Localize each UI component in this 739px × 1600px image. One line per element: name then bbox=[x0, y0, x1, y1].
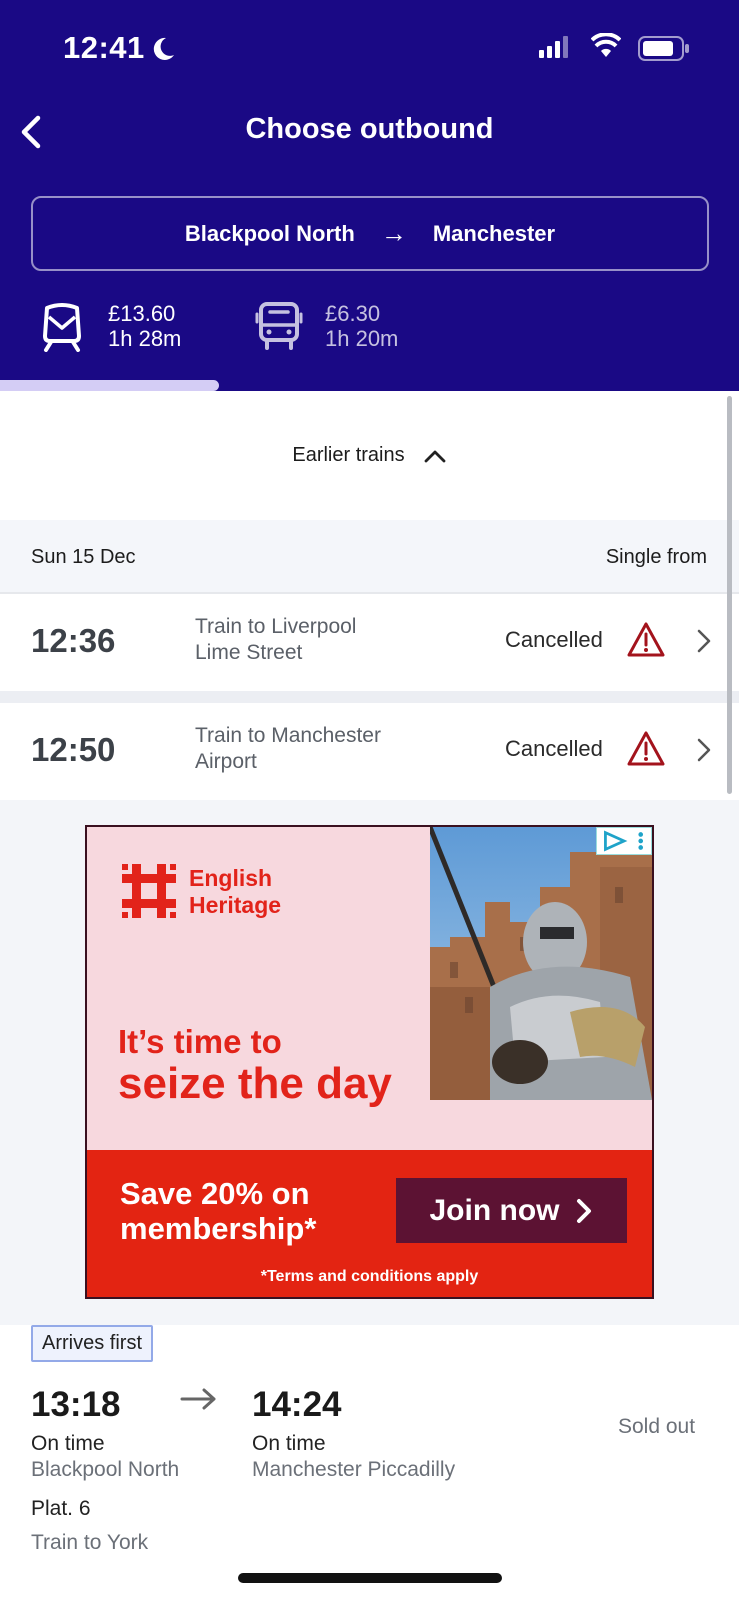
row-divider bbox=[0, 691, 739, 703]
warning-icon bbox=[627, 622, 665, 657]
ad-offer-panel: Save 20% on membership* Join now *Terms … bbox=[87, 1150, 652, 1297]
origin-station: Blackpool North bbox=[184, 220, 355, 246]
ad-terms: *Terms and conditions apply bbox=[260, 1268, 479, 1285]
train-destination: Train to Manchester Airport bbox=[195, 723, 435, 775]
ad-headline-2: seize the day bbox=[118, 1059, 392, 1108]
ad-brand-line-1: English bbox=[189, 865, 273, 891]
chevron-right-icon bbox=[576, 1198, 591, 1223]
destination-line-2: Lime Street bbox=[195, 641, 303, 664]
sold-out-label: Sold out bbox=[618, 1415, 696, 1438]
route-selector[interactable]: Blackpool North → Manchester bbox=[31, 196, 709, 271]
chevron-up-icon bbox=[424, 450, 446, 462]
ad-offer-line-1: Save 20% on bbox=[120, 1176, 310, 1211]
ad-brand-name: English Heritage bbox=[189, 865, 281, 919]
bus-price: £6.30 bbox=[325, 301, 381, 326]
moon-icon bbox=[153, 37, 174, 60]
ad-offer-text: Save 20% on membership* bbox=[120, 1176, 316, 1246]
arrives-first-badge: Arrives first bbox=[31, 1325, 153, 1362]
destination-line-1: Train to Liverpool bbox=[195, 615, 357, 638]
selected-tab-indicator bbox=[0, 380, 219, 391]
english-heritage-logo bbox=[122, 864, 176, 918]
departure-time: 12:50 bbox=[31, 731, 116, 768]
cellular-signal-icon bbox=[539, 36, 568, 58]
ad-top-panel: English Heritage It’s time to seize the … bbox=[87, 827, 652, 1150]
train-price: £13.60 bbox=[108, 301, 176, 326]
route-arrow-icon: → bbox=[380, 218, 407, 248]
depart-status: On time bbox=[31, 1432, 105, 1455]
bus-duration: 1h 20m bbox=[325, 326, 399, 351]
train-destination: Train to Liverpool Lime Street bbox=[195, 614, 435, 666]
mode-tab-train[interactable]: £13.60 1h 28m bbox=[38, 300, 181, 352]
destination-line-2: Airport bbox=[195, 750, 257, 773]
ad-offer-line-2: membership* bbox=[120, 1211, 317, 1246]
wifi-icon bbox=[591, 33, 621, 57]
train-duration: 1h 28m bbox=[108, 326, 182, 351]
battery-icon bbox=[638, 36, 689, 61]
ad-brand-line-2: Heritage bbox=[189, 892, 282, 918]
status-time: 12:41 bbox=[63, 30, 145, 65]
join-now-label: Join now bbox=[429, 1193, 560, 1227]
chevron-right-icon bbox=[697, 738, 711, 762]
earlier-trains-label: Earlier trains bbox=[292, 444, 405, 466]
to-station: Manchester Piccadilly bbox=[252, 1458, 456, 1481]
travel-date: Sun 15 Dec bbox=[31, 546, 136, 568]
destination-line-1: Train to Manchester bbox=[195, 724, 381, 747]
train-row[interactable]: 12:36 Train to Liverpool Lime Street Can… bbox=[0, 594, 739, 691]
departure-time: 12:36 bbox=[31, 622, 116, 659]
arrive-status: On time bbox=[252, 1432, 326, 1455]
home-indicator[interactable] bbox=[238, 1573, 502, 1583]
bus-icon bbox=[255, 302, 303, 350]
arrow-right-icon bbox=[180, 1388, 216, 1410]
scrollbar[interactable] bbox=[727, 396, 732, 794]
header: 12:41 Choose outbound Blackpool North → … bbox=[0, 0, 739, 391]
train-status: Cancelled bbox=[505, 627, 603, 652]
single-from-label: Single from bbox=[605, 546, 707, 568]
ad-headline-1: It’s time to bbox=[118, 1023, 282, 1060]
join-now-button[interactable]: Join now bbox=[396, 1178, 627, 1243]
train-status: Cancelled bbox=[505, 736, 603, 761]
from-station: Blackpool North bbox=[31, 1458, 180, 1481]
knight-castle-photo bbox=[430, 827, 652, 1100]
train-icon bbox=[43, 303, 81, 352]
ad-choices-icon[interactable] bbox=[596, 827, 652, 855]
service-label: Train to York bbox=[31, 1531, 149, 1554]
chevron-right-icon bbox=[697, 629, 711, 653]
mode-tab-bus[interactable]: £6.30 1h 20m bbox=[255, 300, 398, 352]
date-header: Sun 15 Dec Single from bbox=[0, 520, 739, 594]
journey-arrive-time[interactable]: 14:24 bbox=[252, 1385, 342, 1425]
warning-icon bbox=[627, 731, 665, 766]
journey-depart-time[interactable]: 13:18 bbox=[31, 1385, 121, 1425]
page-title: Choose outbound bbox=[245, 113, 494, 145]
platform-label: Plat. 6 bbox=[31, 1497, 91, 1520]
train-row[interactable]: 12:50 Train to Manchester Airport Cancel… bbox=[0, 703, 739, 800]
earlier-trains-button[interactable]: Earlier trains bbox=[0, 391, 739, 520]
destination-station: Manchester bbox=[432, 220, 556, 246]
advertisement-banner[interactable]: English Heritage It’s time to seize the … bbox=[85, 825, 654, 1299]
